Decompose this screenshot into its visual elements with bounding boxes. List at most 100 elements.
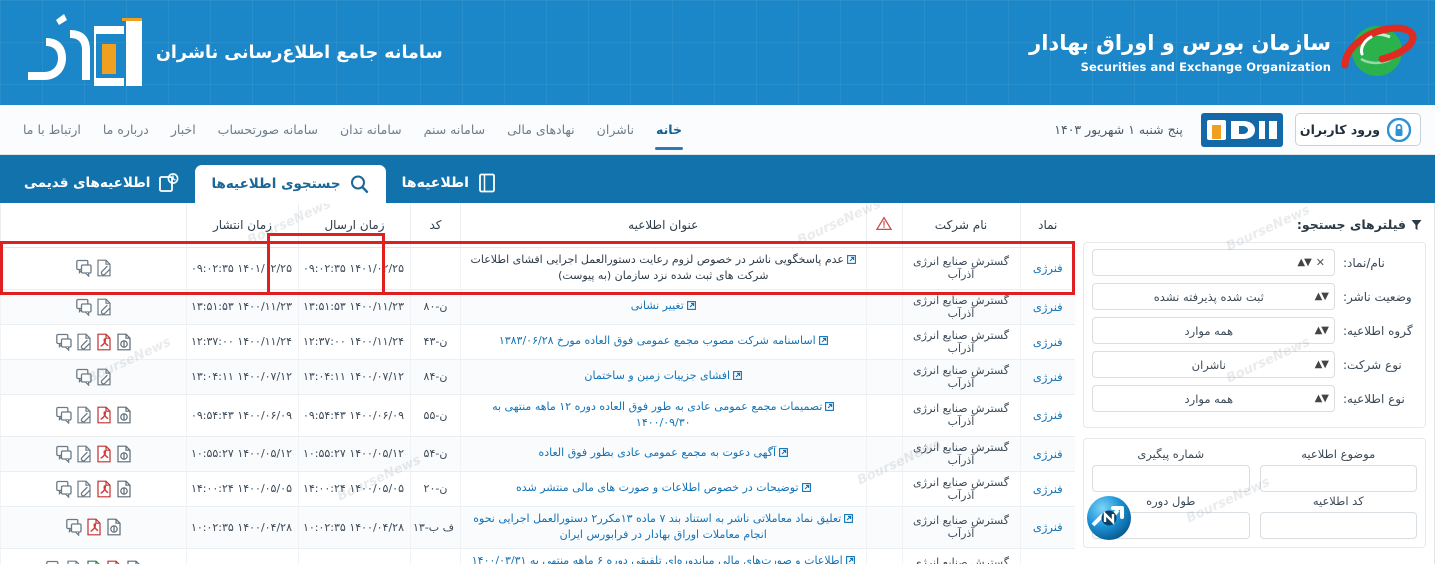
print-icon[interactable] <box>106 518 122 536</box>
col-code[interactable]: کد <box>410 203 461 248</box>
nav-item-8[interactable]: ارتباط با ما <box>12 105 92 154</box>
table-row[interactable]: فنرژی گسترش صنایع انرژی آذرآب عدم پاسخگویی… <box>0 247 1075 290</box>
pdf-icon[interactable] <box>106 560 122 564</box>
chevron-updown-icon[interactable]: ▲▼ <box>1315 393 1329 404</box>
clear-icon[interactable]: ✕ <box>1316 256 1325 269</box>
comment-icon[interactable] <box>55 480 72 499</box>
announcement-title-link[interactable]: اطلاعات و صورت‌های مالی میاندوره‌ای تلفی… <box>472 554 843 565</box>
cell-symbol[interactable]: فنرژی <box>1019 506 1075 549</box>
chevron-updown-icon[interactable]: ▲▼ <box>1315 325 1329 336</box>
cell-title[interactable]: اساسنامه شرکت مصوب مجمع عمومی فوق العاده… <box>460 324 866 360</box>
cell-actions[interactable] <box>0 394 187 437</box>
cell-actions[interactable] <box>0 436 187 472</box>
symbol-link[interactable]: فنرژی <box>1033 408 1063 422</box>
nav-item-6[interactable]: اخبار <box>160 105 207 154</box>
codal-badge-button[interactable] <box>1200 112 1283 147</box>
filter-select-1[interactable]: ▲▼ ثبت شده پذیرفته نشده <box>1092 283 1335 310</box>
cell-title[interactable]: عدم پاسخگویی ناشر در خصوص لزوم رعایت دست… <box>460 247 866 290</box>
col-company[interactable]: نام شرکت <box>901 203 1020 248</box>
cell-symbol[interactable]: فنرژی <box>1019 436 1075 472</box>
cell-symbol[interactable]: فنرژی <box>1019 548 1075 564</box>
cell-symbol[interactable]: فنرژی <box>1019 324 1075 360</box>
symbol-link[interactable]: فنرژی <box>1033 447 1063 461</box>
print-icon[interactable] <box>116 406 132 424</box>
attachment-icon[interactable] <box>96 368 112 386</box>
attachment-icon[interactable] <box>76 333 92 351</box>
comment-icon[interactable] <box>55 333 72 352</box>
filter-select-2[interactable]: ▲▼ همه موارد <box>1092 317 1335 344</box>
announcement-title-link[interactable]: آگهی دعوت به مجمع عمومی عادی بطور فوق‌ ا… <box>538 446 776 459</box>
symbol-link[interactable]: فنرژی <box>1033 261 1063 275</box>
col-published-time[interactable]: زمان انتشار <box>186 203 299 248</box>
cell-title[interactable]: تغییر نشانی <box>460 289 866 325</box>
announcement-title-link[interactable]: تعلیق نماد معاملاتی ناشر به استناد بند ۷… <box>473 512 841 542</box>
symbol-link[interactable]: فنرژی <box>1033 520 1063 534</box>
pdf-icon[interactable] <box>96 333 112 351</box>
announcement-title-link[interactable]: عدم پاسخگویی ناشر در خصوص لزوم رعایت دست… <box>471 253 844 283</box>
attachment-icon[interactable] <box>66 560 82 564</box>
attachment-icon[interactable] <box>76 406 92 424</box>
table-row[interactable]: فنرژی گسترش صنایع انرژی آذرآب تعلیق نماد م… <box>0 506 1075 549</box>
comment-icon[interactable] <box>55 406 72 425</box>
cell-actions[interactable] <box>0 247 187 290</box>
symbol-link[interactable]: فنرژی <box>1033 335 1063 349</box>
filter-select-4[interactable]: ▲▼ همه موارد <box>1092 385 1335 412</box>
chevron-updown-icon[interactable]: ▲▼ <box>1315 291 1329 302</box>
cell-title[interactable]: توضیحات در خصوص اطلاعات و صورت های مالی … <box>460 471 866 507</box>
nav-item-7[interactable]: درباره ما <box>92 105 160 154</box>
nav-item-1[interactable]: ناشران <box>586 105 645 154</box>
cell-actions[interactable] <box>0 506 187 549</box>
chevron-updown-icon[interactable]: ▲▼ <box>1315 359 1329 370</box>
symbol-link[interactable]: فنرژی <box>1033 482 1063 496</box>
announcement-title-link[interactable]: تغییر نشانی <box>631 299 684 312</box>
cell-symbol[interactable]: فنرژی <box>1019 471 1075 507</box>
comment-icon[interactable] <box>55 445 72 464</box>
announcement-title-link[interactable]: اساسنامه شرکت مصوب مجمع عمومی فوق العاده… <box>499 334 816 347</box>
filter-select-3[interactable]: ▲▼ ناشران <box>1092 351 1335 378</box>
pdf-icon[interactable] <box>96 480 112 498</box>
cell-title[interactable]: تصمیمات مجمع عمومی عادی به طور فوق العاد… <box>460 394 866 437</box>
pdf-icon[interactable] <box>86 518 102 536</box>
cell-symbol[interactable]: فنرژی <box>1019 394 1075 437</box>
filter-pair-right-input-1[interactable] <box>1259 512 1417 539</box>
cell-actions[interactable] <box>0 359 187 395</box>
table-row[interactable]: فنرژی گسترش صنایع انرژی آذرآب اطلاعات و صو… <box>0 548 1075 565</box>
filter-select-0[interactable]: ▲▼ ✕ <box>1092 249 1335 276</box>
announcement-title-link[interactable]: توضیحات در خصوص اطلاعات و صورت های مالی … <box>516 481 799 494</box>
table-row[interactable]: فنرژی گسترش صنایع انرژی آذرآب تصمیمات مجمع… <box>0 394 1075 437</box>
col-sent-time[interactable]: زمان ارسال <box>298 203 411 248</box>
nav-item-3[interactable]: سامانه سنم <box>413 105 497 154</box>
symbol-link[interactable]: فنرژی <box>1033 562 1063 564</box>
attachment-icon[interactable] <box>96 298 112 316</box>
table-row[interactable]: فنرژی گسترش صنایع انرژی آذرآب توضیحات در خ… <box>0 471 1075 507</box>
nav-item-2[interactable]: نهادهای مالی <box>496 105 586 154</box>
cell-title[interactable]: آگهی دعوت به مجمع عمومی عادی بطور فوق‌ ا… <box>460 436 866 472</box>
comment-icon[interactable] <box>45 560 62 564</box>
print-icon[interactable] <box>116 480 132 498</box>
table-row[interactable]: فنرژی گسترش صنایع انرژی آذرآب افشای جزییات… <box>0 359 1075 395</box>
col-title[interactable]: عنوان اطلاعیه <box>460 203 866 248</box>
table-row[interactable]: فنرژی گسترش صنایع انرژی آذرآب اساسنامه شرک… <box>0 324 1075 360</box>
cell-symbol[interactable]: فنرژی <box>1019 359 1075 395</box>
cell-symbol[interactable]: فنرژی <box>1019 289 1075 325</box>
symbol-link[interactable]: فنرژی <box>1033 300 1063 314</box>
chevron-updown-icon[interactable]: ▲▼ <box>1297 257 1311 268</box>
cell-title[interactable]: تعلیق نماد معاملاتی ناشر به استناد بند ۷… <box>460 506 866 549</box>
announcement-title-link[interactable]: تصمیمات مجمع عمومی عادی به طور فوق العاد… <box>492 400 822 430</box>
print-icon[interactable] <box>116 445 132 463</box>
cell-symbol[interactable]: فنرژی <box>1019 247 1075 290</box>
print-icon[interactable] <box>126 560 142 564</box>
filter-pair-left-input-0[interactable] <box>1092 465 1250 492</box>
print-icon[interactable] <box>116 333 132 351</box>
cell-actions[interactable] <box>0 471 187 507</box>
tab-old-announcements[interactable]: اطلاعیه‌های قدیمی <box>8 163 195 203</box>
table-row[interactable]: فنرژی گسترش صنایع انرژی آذرآب تغییر نشانی ن… <box>0 289 1075 325</box>
cell-actions[interactable] <box>0 324 187 360</box>
cell-actions[interactable] <box>0 289 187 325</box>
announcement-title-link[interactable]: افشای جزییات زمین و ساختمان <box>584 369 730 382</box>
user-login-button[interactable]: ورود کاربران <box>1294 113 1421 146</box>
cell-actions[interactable] <box>0 548 187 564</box>
pdf-icon[interactable] <box>96 445 112 463</box>
col-symbol[interactable]: نماد <box>1019 203 1075 248</box>
attachment-icon[interactable] <box>76 445 92 463</box>
